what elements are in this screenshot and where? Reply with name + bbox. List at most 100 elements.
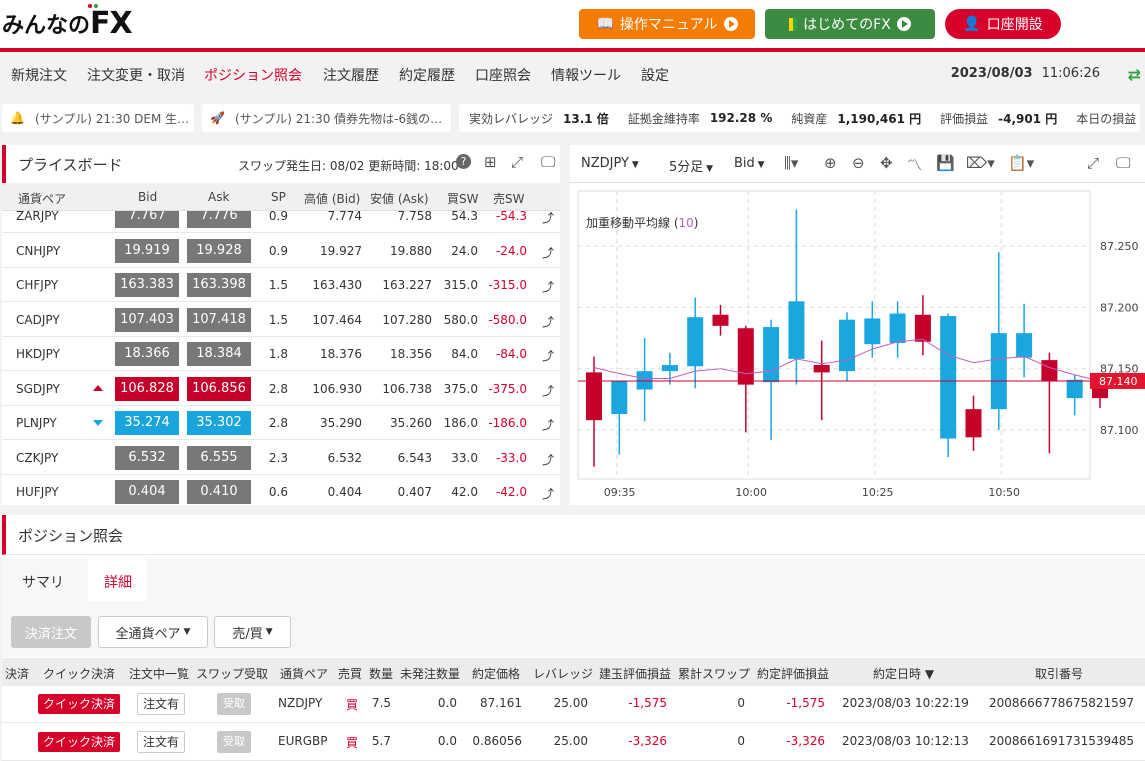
price-row[interactable]: HUFJPY 0.404 0.410 0.6 0.404 0.407 42.0 -42.0 ⤴ <box>2 475 560 505</box>
bid-button[interactable]: 107.403 <box>115 307 179 332</box>
low-ask: 7.758 <box>397 211 432 223</box>
sell-swap: -315.0 <box>488 278 527 292</box>
open-account-button[interactable]: 👤 口座開設 <box>945 9 1061 39</box>
buy-swap: 42.0 <box>451 485 478 499</box>
price-type-select[interactable]: Bid <box>734 156 765 171</box>
nav-execution-history[interactable]: 約定履歴 <box>399 65 455 85</box>
book-icon: 📖 <box>596 16 614 32</box>
move-icon[interactable]: ✥ <box>880 154 893 172</box>
zoom-out-icon[interactable]: ⊖ <box>852 154 865 172</box>
ask-button[interactable]: 35.302 <box>187 411 251 435</box>
bid-button[interactable]: 163.383 <box>115 273 179 297</box>
price-row[interactable]: HKDJPY 18.366 18.384 1.8 18.376 18.356 84.0 -84… <box>2 337 560 371</box>
nav-settings[interactable]: 設定 <box>641 65 669 85</box>
tab-summary[interactable]: サマリ <box>22 572 64 592</box>
ask-button[interactable]: 0.410 <box>187 480 251 504</box>
pair-name: HUFJPY <box>16 485 59 499</box>
monitor-icon[interactable]: 🖵 <box>1116 154 1130 172</box>
low-ask: 107.280 <box>382 312 432 327</box>
ask-button[interactable]: 106.856 <box>187 376 251 401</box>
nav-modify-order[interactable]: 注文変更・取消 <box>87 65 185 85</box>
ask-button[interactable]: 163.398 <box>187 273 251 297</box>
mini-chart-icon[interactable]: ⤴ <box>542 485 554 502</box>
nav-positions[interactable]: ポジション照会 <box>204 65 302 85</box>
quick-settle-button[interactable]: クイック決済 <box>38 694 120 714</box>
tab-detail[interactable]: 詳細 <box>104 572 132 592</box>
news-ticker-2[interactable]: 🚀 (サンプル) 21:30 債券先物は-6銭の… <box>202 104 451 132</box>
position-pl: -1,575 <box>628 696 667 710</box>
nav-info-tools[interactable]: 情報ツール <box>551 65 621 85</box>
ask-button[interactable]: 6.555 <box>187 445 251 470</box>
col-datetime[interactable]: 約定日時 ▼ <box>873 665 934 682</box>
bid-button[interactable]: 0.404 <box>115 480 179 504</box>
position-row[interactable]: クイック決済 注文有 受取 EURGBP 買 5.7 0.0 0.86056 25.00 -3,3… <box>2 724 1145 761</box>
col-unordered: 未発注数量 <box>400 667 461 681</box>
save-icon[interactable]: 💾 <box>936 154 955 172</box>
exec-price: 87.161 <box>480 696 522 710</box>
order-exists-button[interactable]: 注文有 <box>137 731 185 753</box>
candle-type-icon[interactable]: ⫼▾ <box>784 154 798 172</box>
price-row[interactable]: CNHJPY 19.919 19.928 0.9 19.927 19.880 24.0 -24… <box>2 234 560 268</box>
manual-button[interactable]: 📖 操作マニュアル <box>579 9 755 39</box>
price-row[interactable]: CADJPY 107.403 107.418 1.5 107.464 107.280 580… <box>2 303 560 337</box>
positions-header: 決済 クイック決済 注文中一覧 スワップ受取 通貨ペア 売買 数量 未発注数量 … <box>2 658 1145 686</box>
ask-button[interactable]: 19.928 <box>187 238 251 263</box>
bid-button[interactable]: 106.828 <box>115 376 179 401</box>
symbol-select[interactable]: NZDJPY <box>581 156 639 171</box>
position-row[interactable]: クイック決済 注文有 受取 NZDJPY 買 7.5 0.0 87.161 25.00 -1,57… <box>2 686 1145 723</box>
order-exists-button[interactable]: 注文有 <box>137 693 185 715</box>
swap-receive-button[interactable]: 受取 <box>217 731 251 753</box>
nav-account[interactable]: 口座照会 <box>475 65 531 85</box>
ask-button[interactable]: 7.776 <box>187 211 251 228</box>
expand-icon[interactable]: ⤢ <box>1087 154 1099 172</box>
logo[interactable]: みんなのFX <box>2 4 133 41</box>
interval-select[interactable]: 5分足 <box>669 156 713 175</box>
mini-chart-icon[interactable]: ⤴ <box>542 244 554 261</box>
pair-filter-dropdown[interactable]: 全通貨ペア <box>98 616 208 648</box>
price-row[interactable]: CZKJPY 6.532 6.555 2.3 6.532 6.543 33.0 -33.0 ⤴ <box>2 441 560 475</box>
expand-icon[interactable]: ⤢ <box>511 153 523 171</box>
zoom-in-icon[interactable]: ⊕ <box>824 154 837 172</box>
nav-new-order[interactable]: 新規注文 <box>11 65 67 85</box>
refresh-icon[interactable]: ⇄ <box>1128 65 1141 84</box>
ask-button[interactable]: 18.384 <box>187 342 251 366</box>
monitor-icon[interactable]: 🖵 <box>541 153 555 171</box>
pair: EURGBP <box>278 734 328 748</box>
sell-swap: -186.0 <box>488 416 527 430</box>
mini-chart-icon[interactable]: ⤴ <box>542 278 554 295</box>
side-filter-dropdown[interactable]: 売/買 <box>214 616 291 648</box>
bid-button[interactable]: 7.767 <box>115 211 179 228</box>
price-row[interactable]: CHFJPY 163.383 163.398 1.5 163.430 163.227 315… <box>2 268 560 302</box>
mini-chart-icon[interactable]: ⤴ <box>542 313 554 330</box>
mini-chart-icon[interactable]: ⤴ <box>542 211 554 226</box>
mini-chart-icon[interactable]: ⤴ <box>542 451 554 468</box>
bid-button[interactable]: 18.366 <box>115 342 179 366</box>
cum-swap: 0 <box>737 734 745 748</box>
chart-panel: NZDJPY 5分足 Bid ⫼▾ ⊕ ⊖ ✥ 〽 💾 ⌦▾ 📋▾ ⤢ 🖵 87… <box>570 145 1145 505</box>
price-row[interactable]: SGDJPY 106.828 106.856 2.8 106.930 106.738 375… <box>2 372 560 406</box>
draw-line-icon[interactable]: 〽 <box>907 154 922 175</box>
ask-button[interactable]: 107.418 <box>187 307 251 332</box>
clipboard-icon[interactable]: 📋▾ <box>1008 154 1034 172</box>
delete-icon[interactable]: ⌦▾ <box>966 154 995 172</box>
candlestick-chart[interactable]: 87.25087.20087.15087.10009:35 10:00 10:25 1… <box>570 183 1145 505</box>
mini-chart-icon[interactable]: ⤴ <box>542 416 554 433</box>
mini-chart-icon[interactable]: ⤴ <box>542 382 554 399</box>
quick-settle-button[interactable]: クイック決済 <box>38 732 120 752</box>
exec-price: 0.86056 <box>472 734 522 748</box>
bid-button[interactable]: 19.919 <box>115 238 179 263</box>
grid-icon[interactable]: ⊞ <box>484 153 497 171</box>
settle-order-button[interactable]: 決済注文 <box>11 616 91 648</box>
net-assets-value: 1,190,461 円 <box>837 111 922 126</box>
help-icon[interactable]: ? <box>456 154 471 169</box>
bid-button[interactable]: 35.274 <box>115 411 179 435</box>
price-row[interactable]: PLNJPY 35.274 35.302 2.8 35.290 35.260 186.0 -1… <box>2 406 560 440</box>
beginner-button[interactable]: はじめてのFX <box>765 9 935 39</box>
nav-order-history[interactable]: 注文履歴 <box>323 65 379 85</box>
news-ticker-1[interactable]: 🔔 (サンプル) 21:30 DEM 生… <box>2 104 194 132</box>
price-row[interactable]: ZARJPY 7.767 7.776 0.9 7.774 7.758 54.3 -54.3 ⤴ <box>2 211 560 233</box>
swap-receive-button[interactable]: 受取 <box>217 693 251 715</box>
col-settle: 決済 <box>5 667 30 681</box>
bid-button[interactable]: 6.532 <box>115 445 179 470</box>
mini-chart-icon[interactable]: ⤴ <box>542 347 554 364</box>
